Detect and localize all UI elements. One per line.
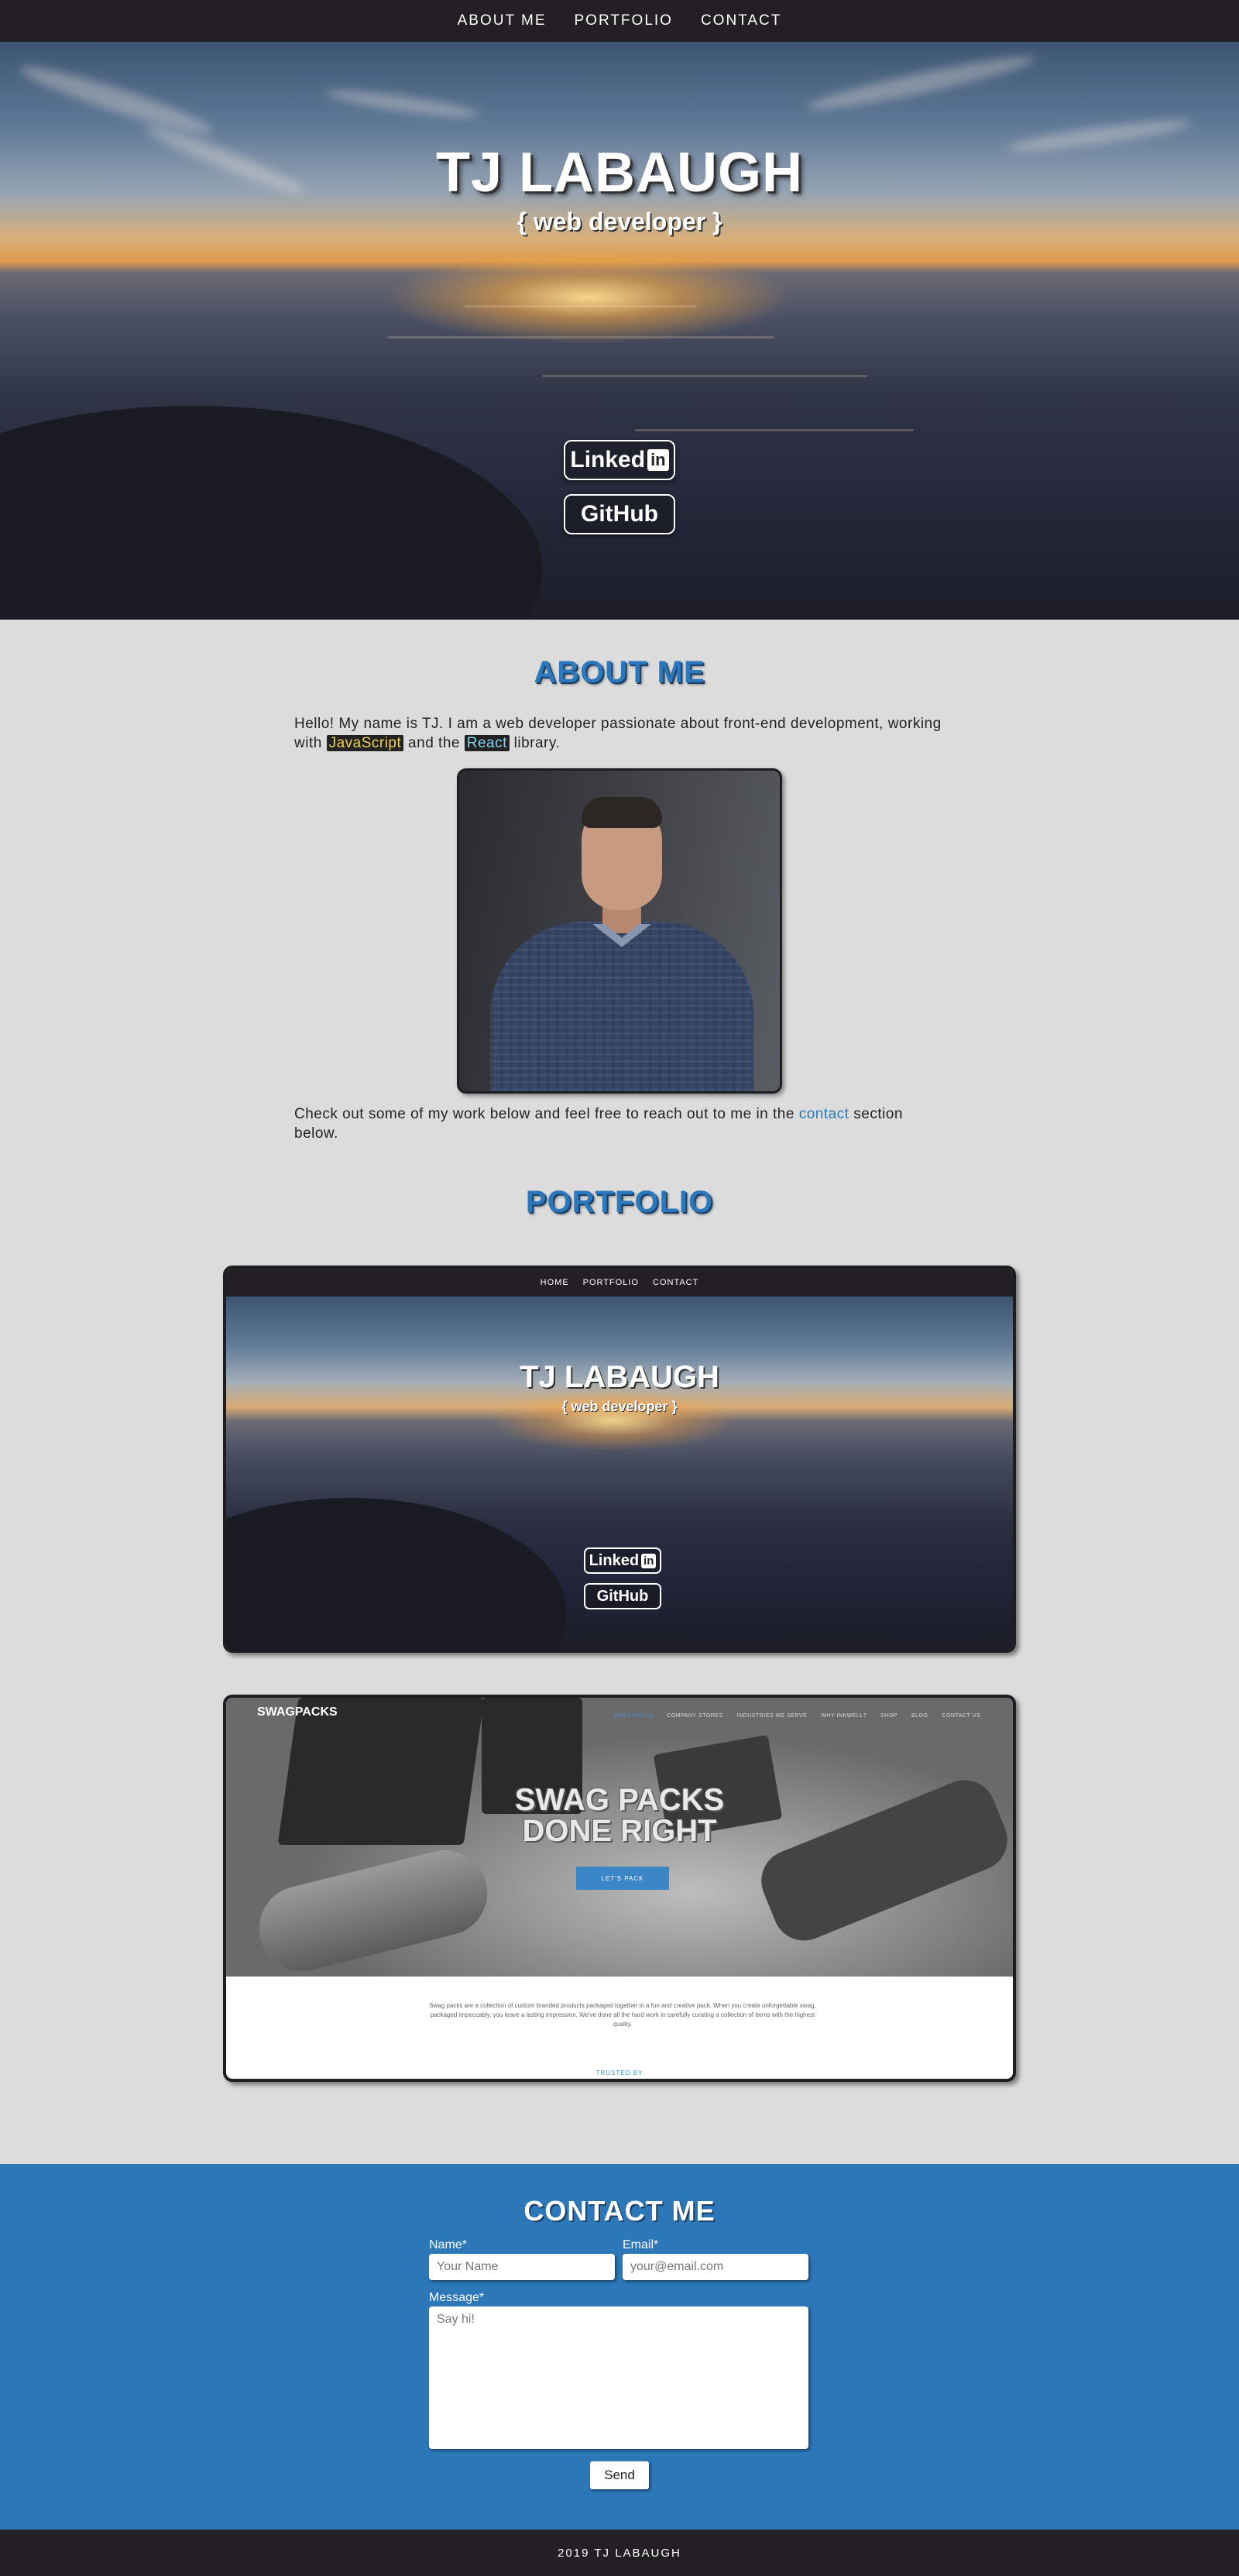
contact-heading: CONTACT ME	[523, 2195, 716, 2227]
card1-hero: TJ LABAUGH { web developer } Linked in Gi…	[226, 1297, 1013, 1650]
card1-github-text: GitHub	[596, 1587, 649, 1605]
wave-decoration	[542, 375, 867, 377]
footer-copyright: 2019 TJ LABAUGH	[558, 2546, 681, 2560]
card2-nav-item: BLOG	[911, 1713, 928, 1719]
card2-nav-item: COMPANY STORES	[667, 1713, 723, 1719]
wave-decoration	[387, 336, 774, 338]
card2-description: Swag packs are a collection of custom br…	[429, 2002, 816, 2028]
name-input[interactable]	[429, 2254, 615, 2280]
portfolio-card-swagpacks[interactable]: SWAGPACKS SWAG PACKS COMPANY STORES INDU…	[223, 1695, 1016, 2082]
linkedin-button[interactable]: Linked in	[564, 440, 675, 480]
email-input[interactable]	[623, 2254, 808, 2280]
wave-decoration	[635, 429, 914, 431]
card2-logo: SWAGPACKS	[257, 1705, 338, 1719]
linkedin-text: Linked	[570, 447, 646, 472]
message-textarea[interactable]	[429, 2306, 808, 2449]
linkedin-icon: in	[647, 449, 669, 471]
card2-title-line1: SWAG PACKS	[514, 1783, 725, 1817]
card2-nav-item: CONTACT US	[942, 1713, 981, 1719]
card1-nav-contact: CONTACT	[653, 1278, 699, 1287]
about-intro-mid: and the	[403, 735, 465, 751]
hero-title: TJ LABAUGH	[436, 142, 803, 204]
contact-link[interactable]: contact	[799, 1106, 849, 1122]
nav-contact[interactable]: CONTACT	[701, 12, 781, 29]
send-button[interactable]: Send	[590, 2461, 649, 2489]
card2-nav: SWAG PACKS COMPANY STORES INDUSTRIES WE …	[613, 1713, 980, 1719]
react-highlight: React	[464, 735, 510, 751]
card2-title-line2: DONE RIGHT	[522, 1814, 717, 1848]
shore-decoration	[0, 406, 542, 620]
about-intro-end: library.	[509, 735, 561, 751]
message-label: Message*	[429, 2291, 485, 2304]
about-intro: Hello! My name is TJ. I am a web develop…	[294, 714, 945, 753]
card1-linkedin-badge: Linked in	[584, 1547, 661, 1574]
footer: 2019 TJ LABAUGH	[0, 2530, 1239, 2576]
hero-banner: TJ LABAUGH { web developer } Linked in Gi…	[0, 42, 1239, 620]
card1-github-badge: GitHub	[584, 1583, 661, 1609]
about-heading: ABOUT ME	[534, 655, 705, 689]
photo-hair	[582, 797, 662, 828]
card2-lets-pack-button: LET'S PACK	[576, 1867, 669, 1890]
cloud-decoration	[16, 57, 216, 143]
cloud-decoration	[324, 85, 481, 122]
card2-bottle	[250, 1841, 496, 1980]
photo-shirt-pattern	[490, 922, 753, 1091]
about-outro: Check out some of my work below and feel…	[294, 1104, 945, 1143]
contact-section: CONTACT ME Name* Email* Message* Send	[0, 2164, 1239, 2530]
about-outro-text: Check out some of my work below and feel…	[294, 1106, 799, 1122]
nav-about-me[interactable]: ABOUT ME	[458, 12, 547, 29]
profile-photo	[457, 768, 782, 1094]
card2-title: SWAG PACKS DONE RIGHT	[226, 1784, 1013, 1846]
github-button[interactable]: GitHub	[564, 494, 675, 534]
card2-trusted-by: TRUSTED BY	[595, 2069, 644, 2076]
javascript-highlight: JavaScript	[326, 735, 404, 751]
card2-nav-item: SWAG PACKS	[613, 1713, 654, 1719]
card1-nav: HOME PORTFOLIO CONTACT	[226, 1269, 1013, 1297]
email-label: Email*	[623, 2238, 659, 2251]
top-nav: ABOUT ME PORTFOLIO CONTACT	[0, 0, 1239, 42]
card1-shore	[226, 1498, 567, 1650]
cloud-decoration	[805, 49, 1038, 117]
card1-linkedin-icon: in	[641, 1553, 657, 1568]
github-text: GitHub	[581, 501, 658, 527]
portfolio-heading: PORTFOLIO	[525, 1185, 714, 1219]
wave-decoration	[465, 305, 697, 307]
card1-linkedin-text: Linked	[589, 1551, 640, 1569]
card1-nav-portfolio: PORTFOLIO	[582, 1278, 639, 1287]
card1-nav-home: HOME	[540, 1278, 569, 1287]
card2-hero: SWAGPACKS SWAG PACKS COMPANY STORES INDU…	[226, 1698, 1013, 1980]
nav-portfolio[interactable]: PORTFOLIO	[575, 12, 673, 29]
card1-subtitle: { web developer }	[561, 1399, 678, 1414]
card2-nav-item: WHY INKWELL?	[821, 1713, 867, 1719]
hero-subtitle: { web developer }	[517, 208, 722, 235]
name-label: Name*	[429, 2238, 467, 2251]
card2-nav-item: SHOP	[880, 1713, 898, 1719]
portfolio-card-personal-site[interactable]: HOME PORTFOLIO CONTACT TJ LABAUGH { web …	[223, 1266, 1016, 1653]
card1-title: TJ LABAUGH	[520, 1360, 719, 1394]
card2-nav-item: INDUSTRIES WE SERVE	[736, 1713, 808, 1719]
